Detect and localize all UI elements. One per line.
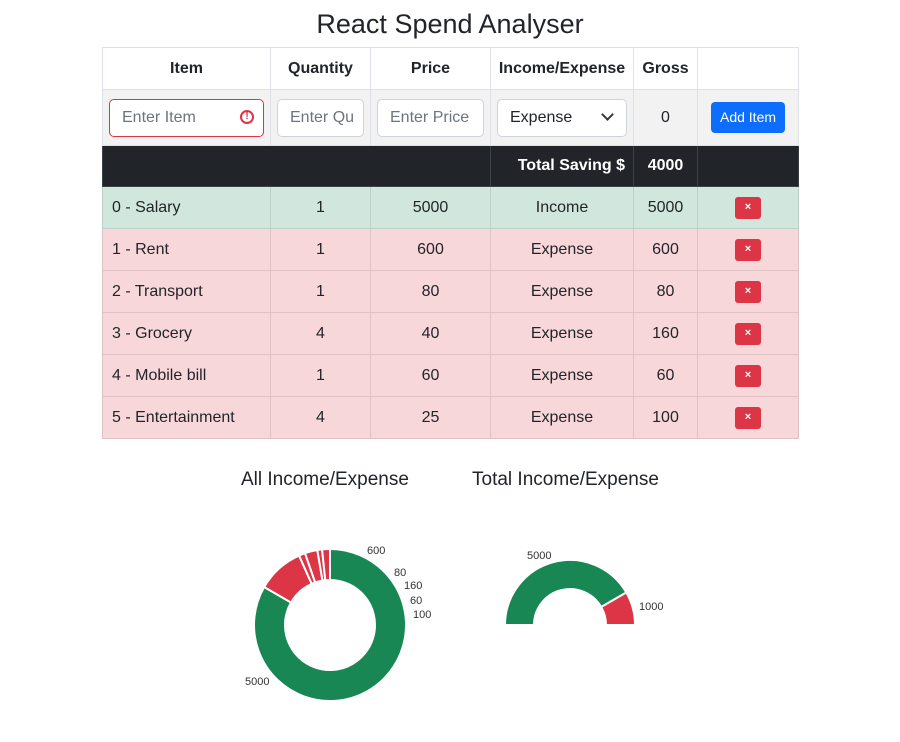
charts-canvas: 5000 600 80160 60 100 5000 1000 <box>245 545 663 702</box>
all-income-expense-slice-label: 160 <box>404 580 422 592</box>
all-income-expense-slice-label: 600 <box>367 545 385 557</box>
total-income-expense-slice-label: 1000 <box>639 601 663 613</box>
all-income-expense-slice-label: 100 <box>413 609 431 621</box>
all-income-expense-slice-label: 60 <box>410 595 422 607</box>
total-income-expense-slice-label: 5000 <box>527 550 551 562</box>
all-income-expense-slice-label: 5000 <box>245 676 269 688</box>
all-income-expense-slice-label: 80 <box>394 567 406 579</box>
